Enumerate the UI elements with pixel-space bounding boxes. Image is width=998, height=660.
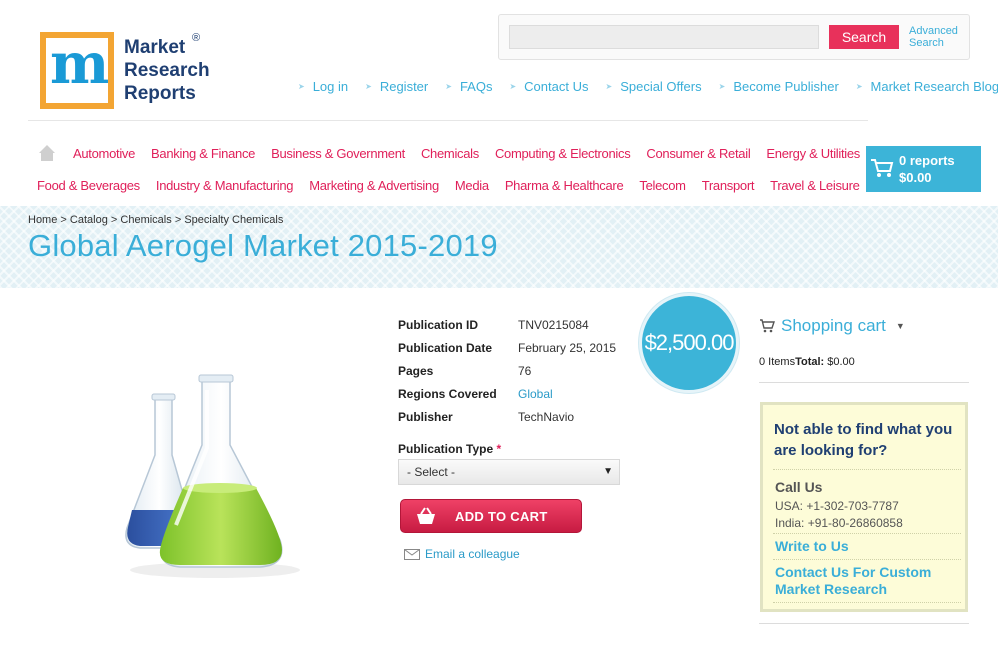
detail-row: Regions Covered Global [398,386,553,401]
logo-mark: m [40,32,114,109]
shopping-cart-summary: 0 ItemsTotal: $0.00 [759,356,855,368]
top-links: ➤ Log in ➤ Register ➤ FAQs ➤ Contact Us ➤ Spe… [298,78,998,94]
basket-icon [417,507,435,524]
bullet-arrow-icon: ➤ [605,81,613,91]
detail-row: Pages 76 [398,363,532,378]
cart-icon [760,319,775,333]
bullet-arrow-icon: ➤ [718,81,726,91]
nav-consumer-retail[interactable]: Consumer & Retail [646,146,750,161]
bullet-arrow-icon: ➤ [298,81,305,91]
nav-energy-utilities[interactable]: Energy & Utilities [766,146,860,161]
nav-business-government[interactable]: Business & Government [271,146,405,161]
nav-pharma-healthcare[interactable]: Pharma & Healthcare [505,178,624,193]
cart-total: $0.00 [899,170,932,185]
search-button[interactable]: Search [829,25,899,49]
breadcrumb-home[interactable]: Home [28,214,57,226]
nav-transport[interactable]: Transport [702,178,755,193]
publisher-value: TechNavio [518,409,575,424]
pages-value: 76 [518,363,532,378]
sidebar-divider [759,623,969,624]
call-us-heading: Call Us [775,479,823,495]
nav-food-beverages[interactable]: Food & Beverages [37,178,140,193]
advanced-search-link[interactable]: Advanced Search [909,25,969,49]
breadcrumb-catalog[interactable]: Catalog [70,214,108,226]
cart-report-count: 0 reports [899,153,955,168]
bullet-arrow-icon: ➤ [445,81,452,91]
publication-type-select[interactable]: - Select - ▼ [398,459,620,485]
top-link-faqs[interactable]: ➤ FAQs [445,78,492,94]
header-divider [28,120,868,121]
registered-mark: ® [192,32,201,44]
top-link-register[interactable]: ➤ Register [365,78,428,94]
detail-row: Publisher TechNavio [398,409,575,424]
logo-letter: m [50,31,110,97]
nav-telecom[interactable]: Telecom [639,178,686,193]
nav-travel-leisure[interactable]: Travel & Leisure [770,178,860,193]
cart-icon [871,159,894,177]
help-box: Not able to find what you are looking fo… [760,402,968,612]
bullet-arrow-icon: ➤ [365,81,372,91]
add-to-cart-button[interactable]: ADD TO CART [400,499,582,533]
top-link-contact[interactable]: ➤ Contact Us [509,78,588,94]
publication-id-value: TNV0215084 [518,317,589,332]
nav-banking-finance[interactable]: Banking & Finance [151,146,255,161]
bullet-arrow-icon: ➤ [509,81,517,91]
nav-media[interactable]: Media [455,178,489,193]
nav-chemicals[interactable]: Chemicals [421,146,479,161]
phone-india: India: +91-80-26860858 [775,516,903,530]
custom-research-link[interactable]: Contact Us For Custom Market Research [775,564,960,598]
breadcrumb-current[interactable]: Specialty Chemicals [184,214,283,226]
top-link-become-publisher[interactable]: ➤ Become Publisher [719,78,839,94]
site-logo[interactable]: m Market Research Reports ® [40,32,220,112]
top-link-blog[interactable]: ➤ Market Research Blog [856,78,998,94]
publication-type-label: Publication Type * [398,442,502,456]
sidebar-divider [759,382,969,383]
dropdown-arrow-icon: ▼ [603,466,613,477]
nav-marketing-advertising[interactable]: Marketing & Advertising [309,178,439,193]
category-nav-row-2: Food & Beverages Industry & Manufacturin… [37,178,876,193]
header-cart-button[interactable]: 0 reports $0.00 [866,146,981,192]
publication-date-value: February 25, 2015 [518,340,617,355]
search-input[interactable] [509,25,819,49]
envelope-icon [404,548,420,560]
breadcrumb: Home > Catalog > Chemicals > Specialty C… [28,214,284,226]
shopping-cart-toggle[interactable]: Shopping cart ▼ [759,316,905,336]
top-link-special-offers[interactable]: ➤ Special Offers [605,78,701,94]
nav-computing-electronics[interactable]: Computing & Electronics [495,146,631,161]
bullet-arrow-icon: ➤ [855,81,863,91]
home-icon[interactable] [38,144,56,162]
phone-usa: USA: +1-302-703-7787 [775,499,899,513]
nav-automotive[interactable]: Automotive [73,146,135,161]
price-badge: $2,500.00 [639,293,739,393]
write-to-us-link[interactable]: Write to Us [775,538,849,555]
chevron-down-icon: ▼ [895,321,905,331]
logo-wordmark: Market Research Reports [124,37,210,104]
email-colleague-link[interactable]: Email a colleague [404,547,520,561]
detail-row: Publication Date February 25, 2015 [398,340,617,355]
category-nav-row-1: Automotive Banking & Finance Business & … [73,146,876,161]
search-bar: Search Advanced Search [498,14,970,60]
detail-row: Publication ID TNV0215084 [398,317,589,332]
nav-industry-manufacturing[interactable]: Industry & Manufacturing [156,178,294,193]
product-details: Publication ID TNV0215084 Publication Da… [398,313,616,428]
breadcrumb-chemicals[interactable]: Chemicals [120,214,171,226]
help-title: Not able to find what you are looking fo… [774,421,953,459]
top-link-login[interactable]: ➤ Log in [298,78,348,94]
page-title: Global Aerogel Market 2015-2019 [28,228,498,263]
flask-product-image [125,374,300,578]
region-global-link[interactable]: Global [518,387,553,401]
